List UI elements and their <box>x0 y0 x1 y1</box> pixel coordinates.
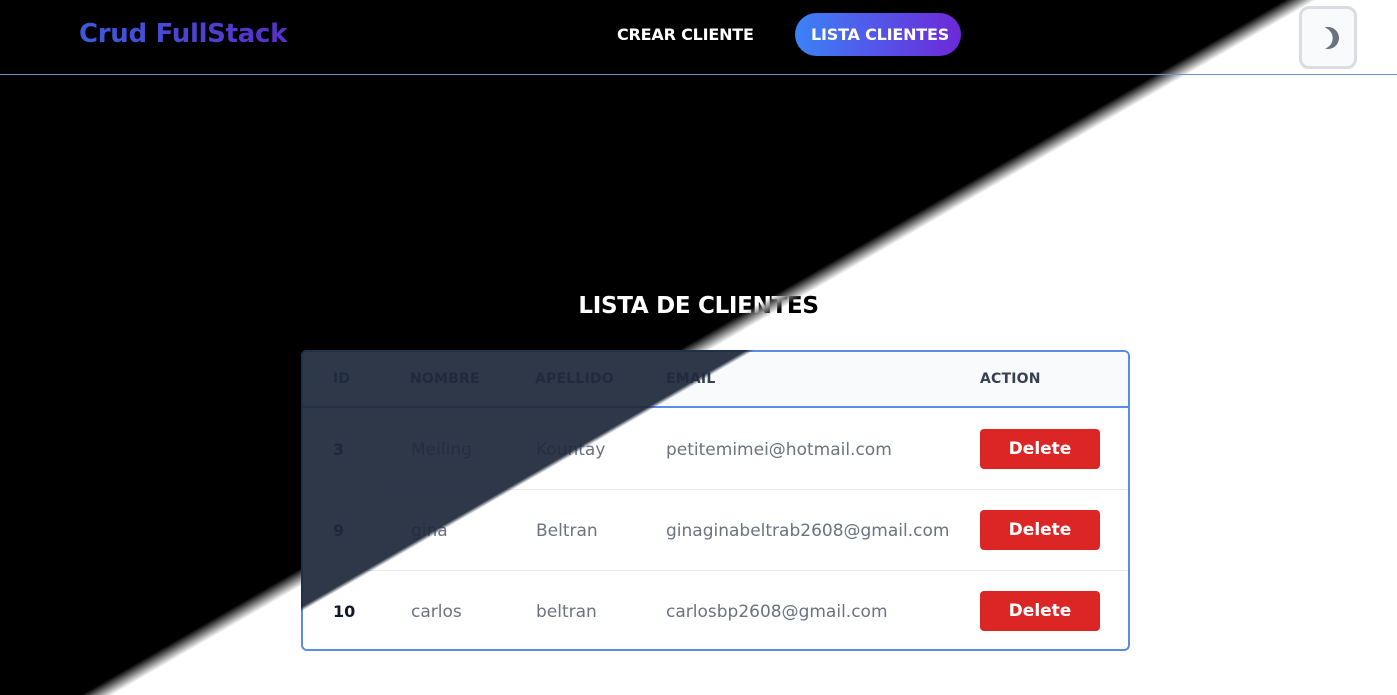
delete-button[interactable]: Delete <box>980 591 1100 631</box>
cell-email: ginaginabeltrab2608@gmail.com <box>666 521 950 541</box>
cell-nombre: Meiling <box>411 440 472 460</box>
header-id: ID <box>333 371 351 387</box>
cell-email: carlosbp2608@gmail.com <box>666 602 888 622</box>
brand-logo[interactable]: Crud FullStack <box>79 19 287 49</box>
page-title: LISTA DE CLIENTES <box>578 293 819 319</box>
cell-apellido: Kountay <box>536 440 606 460</box>
theme-toggle-button[interactable] <box>1299 6 1357 69</box>
clients-table: ID NOMBRE APELLIDO EMAIL ACTION 3 Meilin… <box>301 350 1130 651</box>
header-apellido: APELLIDO <box>535 371 614 387</box>
moon-icon <box>1314 23 1342 51</box>
header-action: ACTION <box>980 371 1041 387</box>
delete-button[interactable]: Delete <box>980 510 1100 550</box>
header-nombre: NOMBRE <box>410 371 480 387</box>
delete-button[interactable]: Delete <box>980 429 1100 469</box>
cell-id: 10 <box>333 602 356 621</box>
cell-email: petitemimei@hotmail.com <box>666 440 892 460</box>
cell-apellido: beltran <box>536 602 597 622</box>
table-row: 9 gina Beltran ginaginabeltrab2608@gmail… <box>303 490 1128 571</box>
cell-apellido: Beltran <box>536 521 598 541</box>
nav-lista-clientes[interactable]: LISTA CLIENTES <box>795 13 961 56</box>
cell-nombre: gina <box>411 521 448 541</box>
cell-nombre: carlos <box>411 602 462 622</box>
table-row: 10 carlos beltran carlosbp2608@gmail.com… <box>303 571 1128 649</box>
cell-id: 9 <box>333 521 345 540</box>
table-row: 3 Meiling Kountay petitemimei@hotmail.co… <box>303 409 1128 490</box>
cell-id: 3 <box>333 440 345 459</box>
nav-crear-cliente[interactable]: CREAR CLIENTE <box>601 13 770 56</box>
table-header: ID NOMBRE APELLIDO EMAIL ACTION <box>303 352 1128 408</box>
navbar: Crud FullStack CREAR CLIENTE LISTA CLIEN… <box>0 0 1397 75</box>
header-email: EMAIL <box>666 371 716 387</box>
